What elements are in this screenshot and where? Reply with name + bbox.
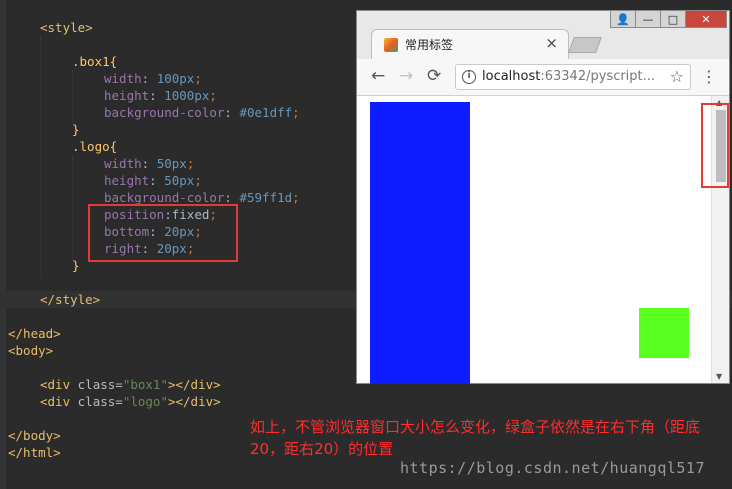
page-viewport [357, 96, 711, 384]
scroll-down-arrow-icon[interactable]: ▼ [716, 372, 722, 381]
maximize-icon[interactable]: □ [660, 10, 686, 28]
code-token: } [72, 258, 80, 273]
code-line: } [72, 257, 80, 274]
code-line: } [72, 121, 80, 138]
code-token: <div [40, 394, 78, 409]
code-token: height [104, 173, 150, 188]
code-token: : [224, 190, 240, 205]
code-token: px [194, 88, 210, 103]
code-token: ; [209, 88, 217, 103]
close-icon[interactable]: ✕ [685, 10, 727, 28]
url-text: localhost:63342/pyscript... [482, 69, 655, 84]
box1-blue-div [370, 102, 470, 384]
code-token: px [179, 71, 195, 86]
editor-gutter [0, 0, 6, 489]
code-token: ; [194, 173, 202, 188]
code-line: </style> [40, 291, 100, 308]
code-line: </html> [8, 444, 61, 461]
indent-guide [72, 70, 73, 122]
browser-window: 常用标签 × 👤 — □ ✕ ← → ⟳ i localhost:63342/p… [356, 10, 730, 384]
code-line: </head> [8, 325, 61, 342]
browser-tab[interactable]: 常用标签 × [371, 29, 569, 60]
code-token: ; [194, 71, 202, 86]
code-token: <body> [8, 343, 54, 358]
code-line: <style> [40, 19, 93, 36]
code-token: ; [186, 156, 195, 171]
watermark: https://blog.csdn.net/huangql517 [400, 459, 705, 477]
indent-guide [72, 156, 73, 260]
minimize-icon[interactable]: — [635, 10, 661, 28]
code-line: <div class="box1"></div> [40, 376, 221, 393]
code-token: : [149, 88, 165, 103]
tab-close-icon[interactable]: × [545, 34, 558, 52]
code-token: .logo{ [72, 139, 118, 154]
browser-toolbar: ← → ⟳ i localhost:63342/pyscript... ☆ ⋮ [357, 59, 729, 96]
code-token: .box1{ [72, 54, 118, 69]
code-token: px [171, 156, 187, 171]
back-arrow-icon[interactable]: ← [371, 67, 385, 85]
code-token: ; [292, 105, 300, 120]
code-line: width: 100px; [104, 70, 202, 87]
code-token: "logo" [122, 394, 168, 409]
browser-menu-icon[interactable]: ⋮ [701, 67, 717, 86]
code-token: ; [292, 190, 300, 205]
code-token: ></div> [167, 394, 221, 409]
code-line: <body> [8, 342, 53, 359]
code-token: </body> [8, 428, 61, 443]
code-token: 1000 [164, 88, 195, 103]
info-icon[interactable]: i [462, 70, 476, 84]
code-token: width [104, 156, 142, 171]
code-line: height: 1000px; [104, 87, 217, 104]
code-token: : [224, 105, 240, 120]
annotation-note: 如上，不管浏览器窗口大小怎么变化，绿盒子依然是在右下角（距底20，距右20）的位… [250, 418, 701, 458]
indent-guide [40, 36, 41, 276]
code-token: = [115, 377, 123, 392]
code-token: : [141, 156, 157, 171]
code-token: px [179, 173, 195, 188]
code-line: .box1{ [72, 53, 117, 70]
forward-arrow-icon[interactable]: → [399, 67, 413, 85]
code-token: </html> [8, 445, 61, 460]
window-controls: 👤 — □ ✕ [610, 10, 727, 28]
code-line: <div class="logo"></div> [40, 393, 221, 410]
bookmark-star-icon[interactable]: ☆ [670, 67, 684, 86]
code-token: = [115, 394, 123, 409]
pycharm-favicon-icon [384, 38, 398, 52]
code-token: background-color [104, 190, 225, 205]
code-token: 50 [164, 173, 180, 188]
new-tab-button[interactable] [568, 37, 602, 53]
code-token: "box1" [122, 377, 168, 392]
highlight-box-scrollbar [701, 103, 729, 188]
code-token: : [149, 173, 165, 188]
code-token: } [72, 122, 80, 137]
reload-icon[interactable]: ⟳ [427, 67, 441, 85]
tab-title: 常用标签 [405, 38, 454, 52]
address-bar[interactable]: i localhost:63342/pyscript... ☆ [455, 64, 691, 90]
code-token: 50 [156, 156, 172, 171]
code-token: class [77, 377, 116, 392]
code-token: height [104, 88, 150, 103]
code-token: <div [40, 377, 78, 392]
code-token: #0e1dff [239, 105, 293, 120]
code-token: </style> [40, 292, 101, 307]
code-line: width: 50px; [104, 155, 194, 172]
code-token: 100 [156, 71, 180, 86]
code-token: </head> [8, 326, 61, 341]
code-line: .logo{ [72, 138, 117, 155]
highlight-box-fixed-props [88, 204, 238, 262]
code-token: ></div> [167, 377, 221, 392]
logo-green-div [639, 308, 689, 358]
code-token: width [104, 71, 142, 86]
code-line: background-color: #0e1dff; [104, 104, 300, 121]
code-token: : [141, 71, 157, 86]
code-token: class [77, 394, 116, 409]
code-line: height: 50px; [104, 172, 202, 189]
user-icon[interactable]: 👤 [610, 10, 636, 28]
code-token: background-color [104, 105, 225, 120]
code-token: <style> [40, 20, 93, 35]
url-host: localhost [482, 69, 541, 84]
code-line: </body> [8, 427, 61, 444]
code-token: #59ff1d [239, 190, 293, 205]
url-path: :63342/pyscript... [540, 69, 656, 84]
